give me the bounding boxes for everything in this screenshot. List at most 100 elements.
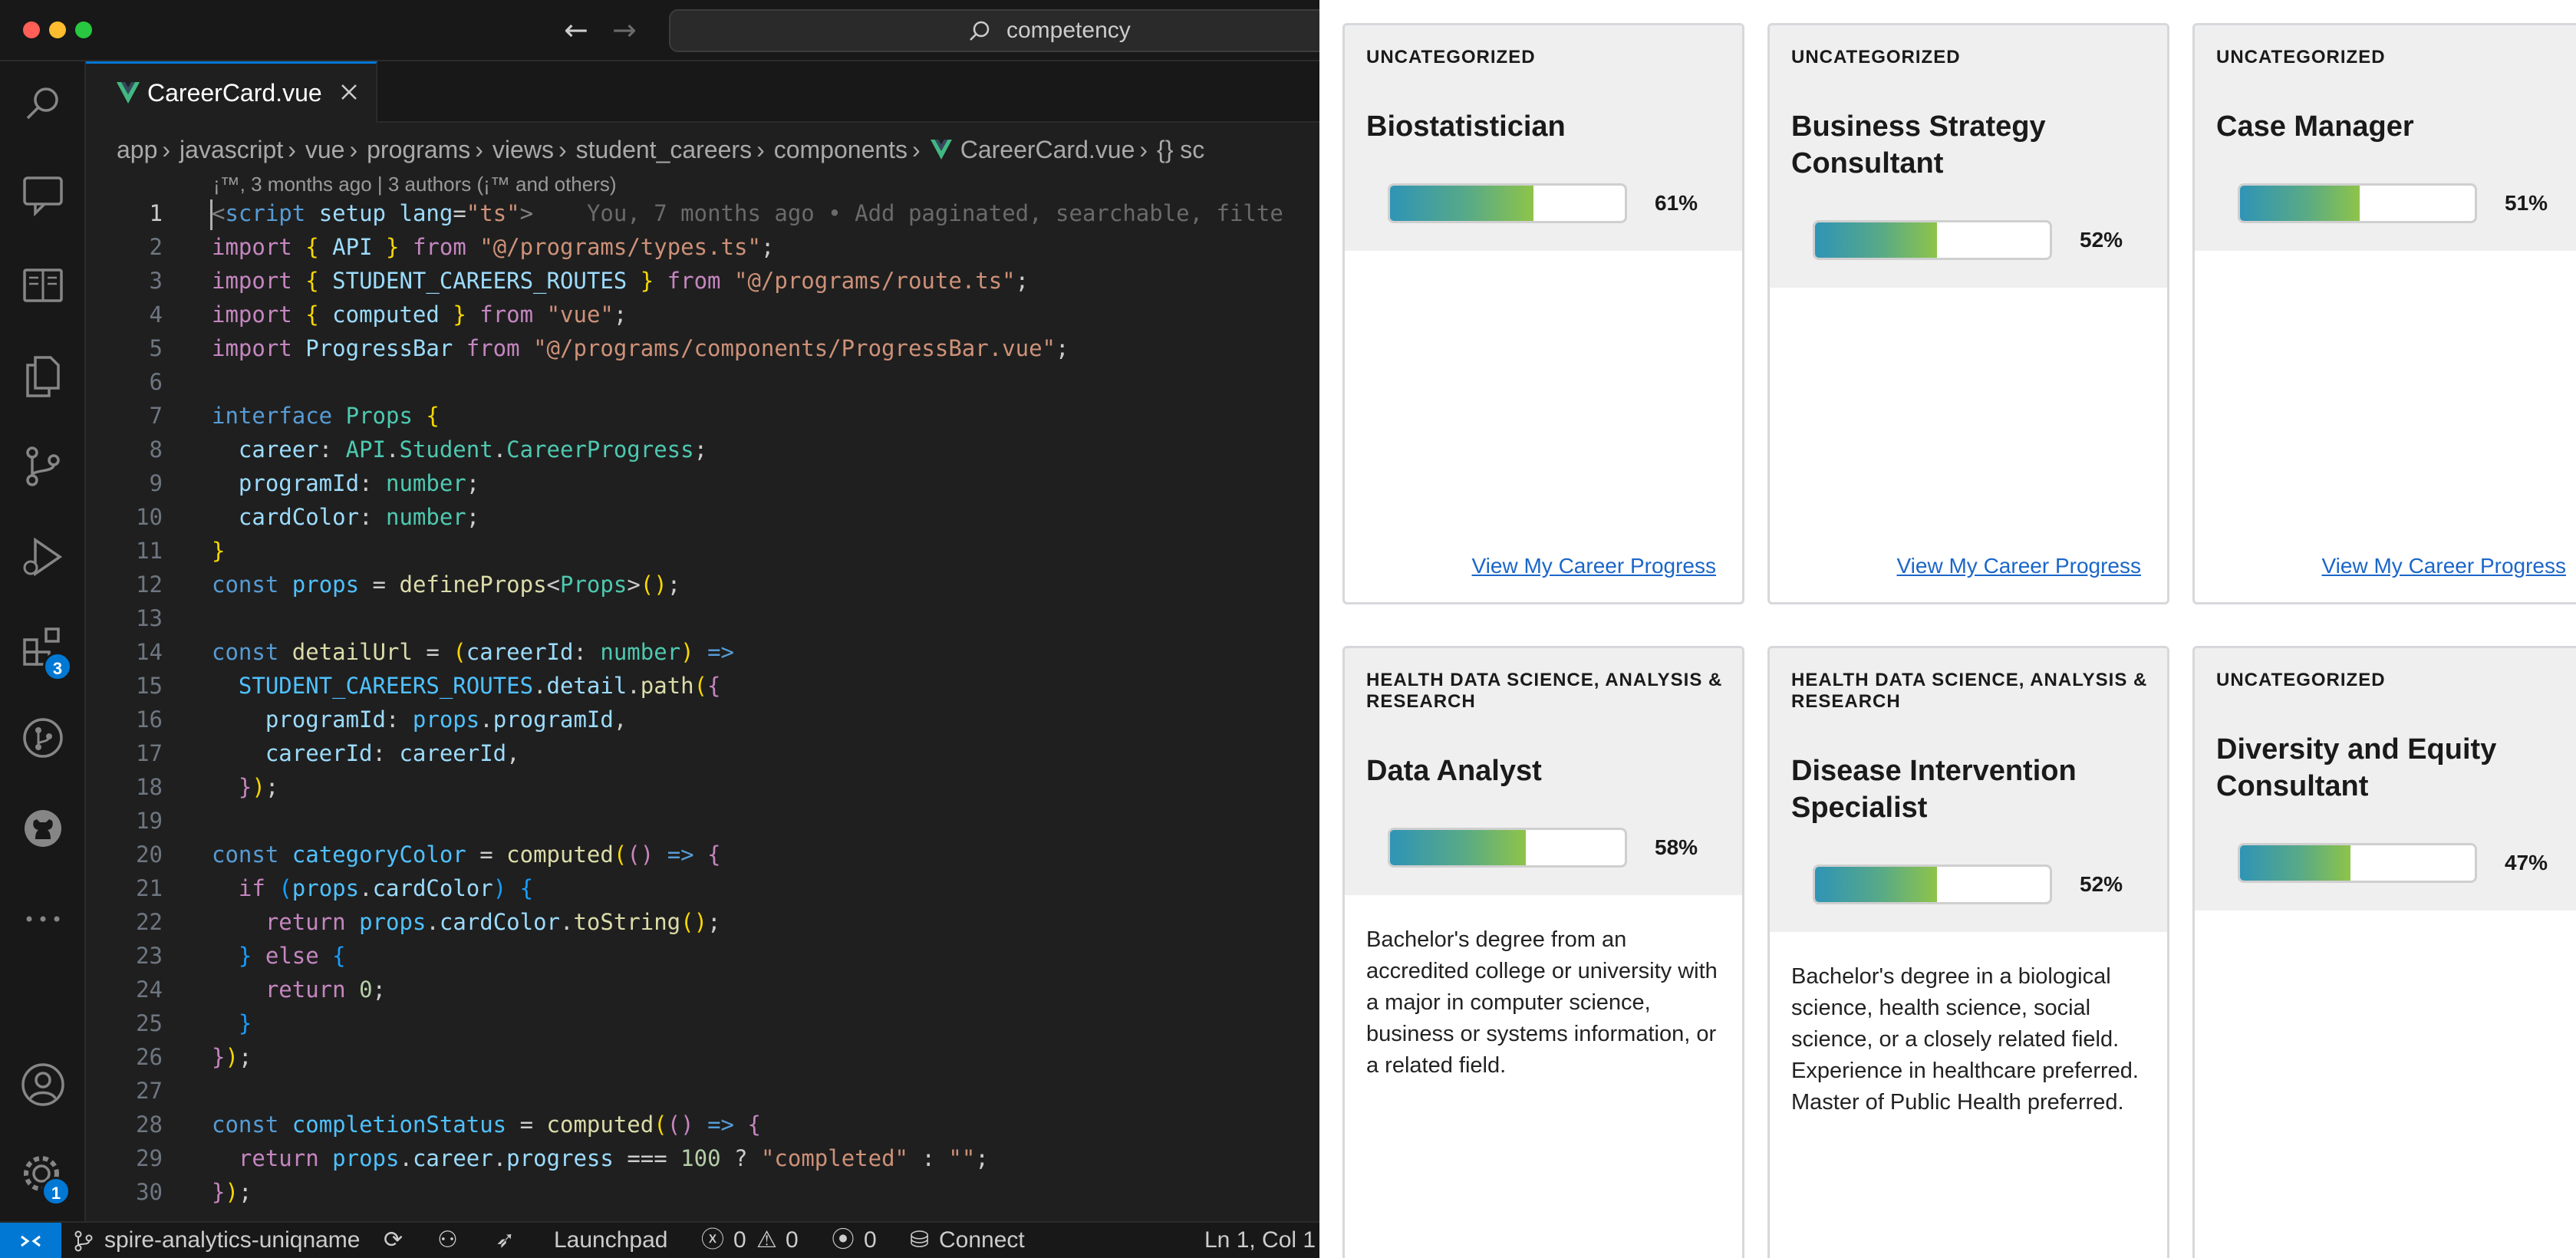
code-token: return [238,1145,319,1171]
career-card[interactable]: HEALTH DATA SCIENCE, ANALYSIS & RESEARCH… [1342,646,1744,1258]
code-text: import { STUDENT_CAREERS_ROUTES } from "… [212,264,1029,298]
book-icon[interactable] [18,261,68,310]
breadcrumb-item[interactable]: programs [367,136,470,163]
branch-name[interactable]: spire-analytics-uniqname [104,1223,361,1258]
progress-bar-fill [2240,186,2360,221]
code-line[interactable]: 18 }); [86,770,1319,804]
sync-icon[interactable]: ⟳ [384,1223,403,1258]
code-line[interactable]: 19 [86,804,1319,838]
breadcrumb-item[interactable]: javascript [180,136,283,163]
code-token: : [372,740,400,766]
code-line[interactable]: 28 const completionStatus = computed(() =… [86,1108,1319,1141]
code-line[interactable]: 30}); [86,1175,1319,1209]
code-line[interactable]: 17 careerId: careerId, [86,736,1319,770]
career-card[interactable]: UNCATEGORIZED Diversity and Equity Consul… [2192,646,2576,1258]
window-minimize-button[interactable] [49,21,66,38]
github-icon[interactable] [18,804,68,853]
code-area[interactable]: 1 <script setup lang="ts"> You, 7 months … [86,196,1319,1209]
code-line[interactable]: 22 return props.cardColor.toString(); [86,905,1319,939]
career-card[interactable]: HEALTH DATA SCIENCE, ANALYSIS & RESEARCH… [1767,646,2169,1258]
code-token: progress [506,1145,614,1171]
pull-request-icon[interactable] [18,713,68,762]
git-blame-header[interactable]: ¡™, 3 months ago | 3 authors (¡™ and oth… [213,170,617,198]
vue-file-icon [930,140,952,160]
breadcrumb-item[interactable]: student_careers [576,136,752,163]
code-line[interactable]: 6 [86,365,1319,399]
code-line[interactable]: 8 career: API.Student.CareerProgress; [86,433,1319,466]
run-debug-icon[interactable] [18,532,68,581]
code-line[interactable]: 2 import { API } from "@/programs/types.t… [86,230,1319,264]
extensions-icon[interactable]: 3 [18,623,72,681]
breadcrumb-item[interactable]: {} sc [1157,136,1204,163]
source-control-icon[interactable] [18,442,68,491]
warning-count[interactable]: 0 [786,1223,799,1258]
code-token: ) [225,1179,239,1205]
code-token: const [212,639,279,665]
code-line[interactable]: 25 } [86,1006,1319,1040]
settings-gear-icon[interactable]: 1 [18,1151,71,1206]
files-icon[interactable] [18,351,68,400]
career-card[interactable]: UNCATEGORIZED Biostatistician 61% View My C… [1342,23,1744,604]
career-card[interactable]: UNCATEGORIZED Business Strategy Consultan… [1767,23,2169,604]
breadcrumb-item[interactable]: components [774,136,908,163]
code-line[interactable]: 3 import { STUDENT_CAREERS_ROUTES } from … [86,264,1319,298]
code-text: }); [212,770,278,804]
ports-count[interactable]: 0 [864,1223,877,1258]
code-line[interactable]: 4 import { computed } from "vue"; [86,298,1319,331]
remote-indicator-button[interactable] [0,1223,61,1258]
chevron-right-icon: › [349,136,358,163]
code-line[interactable]: 13 [86,601,1319,635]
line-number: 2 [149,234,163,260]
close-icon[interactable] [338,81,361,104]
line-number: 4 [149,301,163,328]
command-center-search[interactable]: competency [669,9,1319,52]
code-line[interactable]: 14 const detailUrl = (careerId: number) =… [86,635,1319,669]
breadcrumb-item[interactable]: CareerCard.vue [960,136,1135,163]
code-line[interactable]: 10 cardColor: number; [86,500,1319,534]
view-career-progress-link[interactable]: View My Career Progress [1897,553,2141,579]
code-line[interactable]: 27 [86,1074,1319,1108]
view-career-progress-link[interactable]: View My Career Progress [1472,553,1716,579]
code-line[interactable]: 21 if (props.cardColor) { [86,871,1319,905]
code-token: careerId [265,740,373,766]
live-share-icon[interactable]: ⚇ [437,1223,458,1258]
code-line[interactable]: 29 return props.career.progress === 100 … [86,1141,1319,1175]
account-icon[interactable] [18,1060,68,1109]
code-line[interactable]: 16 programId: props.programId, [86,703,1319,736]
code-token: = [412,639,453,665]
view-career-progress-link[interactable]: View My Career Progress [2322,553,2566,579]
code-line[interactable]: 11} [86,534,1319,568]
line-number: 9 [149,470,163,496]
editor-tab-bar: CareerCard.vue [86,61,1319,123]
back-arrow-icon[interactable]: ← [564,11,588,49]
code-line[interactable]: 5 import ProgressBar from "@/programs/com… [86,331,1319,365]
code-token: ( [453,639,466,665]
chat-icon[interactable] [18,170,68,219]
connect-button[interactable]: Connect [939,1223,1025,1258]
code-line[interactable]: 26}); [86,1040,1319,1074]
code-line[interactable]: 23 } else { [86,939,1319,973]
error-count[interactable]: 0 [733,1223,746,1258]
breadcrumb-item[interactable]: views [492,136,554,163]
code-line[interactable]: 15 STUDENT_CAREERS_ROUTES.detail.path({ [86,669,1319,703]
explorer-search-icon[interactable] [18,80,68,129]
window-maximize-button[interactable] [75,21,92,38]
launchpad-button[interactable]: Launchpad [554,1223,667,1258]
code-line[interactable]: 12 const props = defineProps<Props>(); [86,568,1319,601]
code-line[interactable]: 1 <script setup lang="ts"> You, 7 months … [86,196,1319,230]
breadcrumb-item[interactable]: app [117,136,157,163]
forward-arrow-icon[interactable]: → [612,11,637,49]
career-card[interactable]: UNCATEGORIZED Case Manager 51% View My Care… [2192,23,2576,604]
code-line[interactable]: 20 const categoryColor = computed(() => { [86,838,1319,871]
breadcrumb-item[interactable]: vue [305,136,345,163]
code-line[interactable]: 7 interface Props { [86,399,1319,433]
cursor-position[interactable]: Ln 1, Col 1 [1204,1223,1316,1258]
code-line[interactable]: 24 return 0; [86,973,1319,1006]
tab-careercard-vue[interactable]: CareerCard.vue [86,61,377,123]
code-line[interactable]: 9 programId: number; [86,466,1319,500]
more-icon[interactable] [18,894,68,944]
tab-label: CareerCard.vue [147,79,322,107]
window-close-button[interactable] [23,21,40,38]
code-text: import ProgressBar from "@/programs/comp… [212,331,1069,365]
